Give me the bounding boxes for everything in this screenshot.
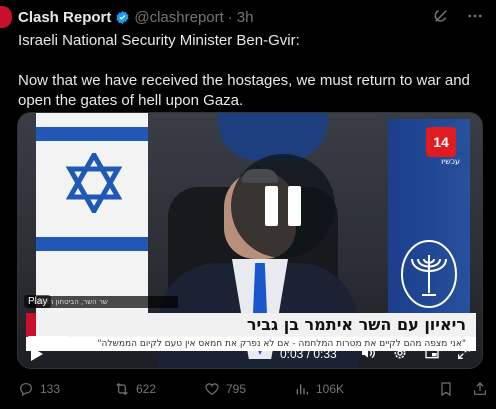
- share-icon[interactable]: [472, 381, 488, 397]
- channel-sub-label: עכשיו: [441, 157, 460, 166]
- video-time: 0:03 / 0:33: [280, 347, 337, 361]
- retweet-button[interactable]: 622: [114, 381, 204, 397]
- like-count: 795: [226, 382, 247, 396]
- views-button[interactable]: 106K: [294, 381, 382, 397]
- control-icons: [360, 345, 472, 361]
- tweet-time[interactable]: 3h: [237, 9, 254, 26]
- settings-icon[interactable]: [392, 345, 408, 361]
- verified-badge-icon: [116, 10, 129, 25]
- pause-icon-bar: [288, 186, 301, 226]
- menorah-icon: [401, 240, 457, 308]
- author-row: Clash Report @clashreport · 3h: [18, 9, 253, 26]
- action-bar-right: [438, 381, 488, 397]
- action-bar: 133 622 795 106K: [18, 381, 488, 397]
- video-player[interactable]: 14 עכשיו שר השר, הביטחון הלאומי Play ריא…: [17, 112, 483, 369]
- views-icon: [296, 384, 308, 395]
- tweet-text: Israeli National Security Minister Ben-G…: [18, 31, 488, 111]
- pause-button[interactable]: [231, 154, 335, 258]
- author-handle[interactable]: @clashreport: [134, 9, 223, 26]
- volume-icon[interactable]: [360, 345, 376, 361]
- author-name[interactable]: Clash Report: [18, 9, 111, 26]
- fullscreen-icon[interactable]: [456, 345, 472, 361]
- tweet-line-2: Now that we have received the hostages, …: [18, 72, 470, 109]
- heart-icon: [205, 383, 219, 396]
- more-icon[interactable]: [466, 7, 484, 25]
- retweet-count: 622: [136, 382, 157, 396]
- like-button[interactable]: 795: [204, 381, 294, 397]
- time-separator: ·: [227, 9, 233, 26]
- reply-icon: [20, 383, 32, 397]
- reply-button[interactable]: 133: [18, 381, 114, 397]
- progress-fill: [28, 336, 69, 339]
- play-badge: Play: [24, 295, 52, 308]
- channel-logo: 14: [426, 127, 456, 157]
- star-of-david-icon: [66, 153, 122, 213]
- bookmark-icon[interactable]: [438, 381, 454, 397]
- retweet-icon: [116, 382, 128, 396]
- reply-count: 133: [40, 382, 61, 396]
- pause-icon: [265, 186, 278, 226]
- progress-bar[interactable]: [28, 336, 474, 339]
- play-icon[interactable]: [30, 346, 44, 362]
- views-count: 106K: [316, 382, 345, 396]
- tweet-line-1: Israeli National Security Minister Ben-G…: [18, 32, 300, 49]
- pip-icon[interactable]: [424, 345, 440, 361]
- avatar[interactable]: [0, 6, 12, 28]
- video-controls: 0:03 / 0:33: [18, 334, 482, 368]
- grok-icon[interactable]: [432, 7, 450, 25]
- top-actions: [432, 7, 484, 25]
